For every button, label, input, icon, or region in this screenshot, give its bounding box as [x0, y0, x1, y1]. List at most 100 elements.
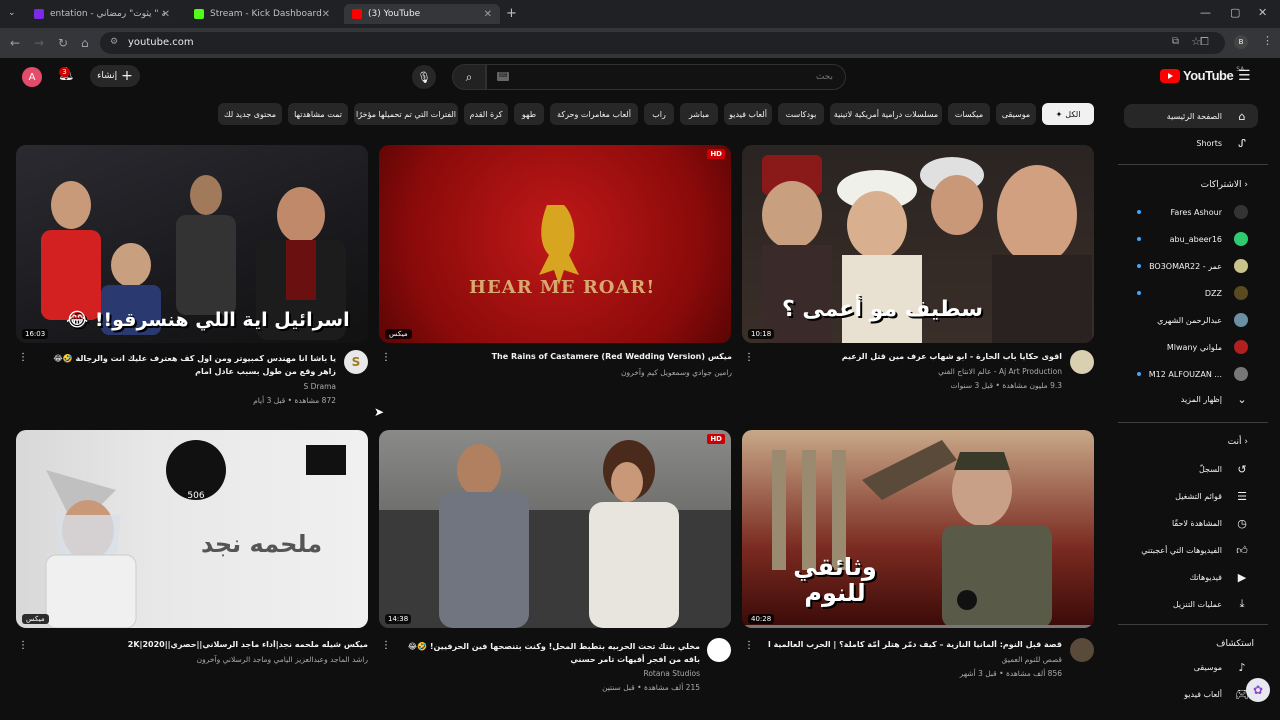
close-tab-icon[interactable]: ✕ — [484, 9, 492, 20]
chip-rap[interactable]: راب — [644, 103, 674, 125]
home-icon[interactable]: ⌂ — [81, 36, 89, 50]
video-thumbnail[interactable]: سطيف مو أعمى ؟ 10:18 — [742, 145, 1094, 343]
more-actions-icon[interactable]: ⋮ — [381, 352, 391, 363]
sidebar-subscription-item[interactable]: M12 ALFOUZAN ... — [1124, 362, 1258, 386]
create-button[interactable]: إنشاء + — [90, 65, 140, 87]
you-heading[interactable]: أنت › — [1228, 437, 1254, 447]
close-window-icon[interactable]: ✕ — [1258, 6, 1267, 19]
chip-music[interactable]: موسيقى — [996, 103, 1036, 125]
youtube-logo[interactable]: YouTube SA — [1160, 66, 1244, 83]
chip-latin-drama[interactable]: مسلسلات درامية أمريكية لاتينية — [830, 103, 942, 125]
video-thumbnail[interactable]: وثائقي للنوم 40:28 — [742, 430, 1094, 628]
sidebar-item-music[interactable]: موسيقى ♪ — [1124, 655, 1258, 679]
more-actions-icon[interactable]: ⋮ — [744, 352, 754, 363]
video-title[interactable]: اقوى حكايا باب الحارة - ابو شهاب عرف مين… — [768, 352, 1062, 361]
subscription-name: BO3OMAR22 - عمر — [1149, 261, 1222, 271]
chip-cooking[interactable]: طهو — [514, 103, 544, 125]
chip-watched[interactable]: تمت مشاهدتها — [288, 103, 348, 125]
video-thumbnail[interactable]: HEAR ME ROAR! ميكس HD — [379, 145, 731, 343]
chip-podcasts[interactable]: بودكاست — [778, 103, 824, 125]
close-tab-icon[interactable]: ✕ — [162, 9, 170, 20]
subscription-name: Fares Ashour — [1170, 207, 1222, 217]
browser-tab-kick[interactable]: Stream - Kick Dashboard ✕ — [186, 4, 338, 24]
video-title[interactable]: يا باشا انا مهندس كمبيوتر ومن اول كف هعت… — [40, 352, 336, 378]
channel-name[interactable]: Rotana Studios — [395, 669, 700, 678]
browser-tab-bar: ⌄ entation - كتبة " يثوت" رمضاني ✕ Strea… — [0, 0, 1280, 28]
channel-name[interactable]: رامين جوادي وسمعويل كيم وآخرون — [420, 368, 732, 377]
search-input[interactable] — [486, 64, 846, 90]
profile-icon[interactable]: B — [1234, 35, 1248, 49]
channel-name[interactable]: قصص للنوم العميق — [768, 655, 1062, 664]
more-actions-icon[interactable]: ⋮ — [18, 352, 28, 363]
sidebar-item-shorts[interactable]: Shorts ᔑ — [1124, 131, 1258, 155]
more-actions-icon[interactable]: ⋮ — [381, 640, 391, 651]
chip-action-adventure[interactable]: ألعاب مغامرات وحركة — [550, 103, 638, 125]
channel-name[interactable]: راشد الماجد وعبدالعزيز اليامي وماجد الرس… — [40, 655, 368, 664]
show-more-button[interactable]: إظهار المزيد ⌄ — [1124, 387, 1258, 411]
chip-mixes[interactable]: ميكسات — [948, 103, 990, 125]
channel-avatar[interactable] — [1070, 350, 1094, 374]
chip-football[interactable]: كرة القدم — [464, 103, 508, 125]
voice-search-icon[interactable]: 🎙︎ — [412, 65, 436, 89]
channel-name[interactable]: Aj Art Production - عالم الانتاج الفني — [768, 367, 1062, 376]
sidebar-item-downloads[interactable]: عمليات التنزيل ⤓ — [1124, 592, 1258, 616]
back-icon[interactable]: ← — [10, 36, 20, 50]
sidebar-item-your-videos[interactable]: فيديوهاتك ▶ — [1124, 565, 1258, 589]
show-more-label: إظهار المزيد — [1180, 394, 1222, 404]
shorts-label: Shorts — [1196, 138, 1222, 148]
video-title[interactable]: ميكس The Rains of Castamere (Red Wedding… — [420, 352, 732, 361]
chevron-right-icon: › — [1244, 180, 1248, 190]
more-actions-icon[interactable]: ⋮ — [18, 640, 28, 651]
browser-menu-icon[interactable]: ⋮ — [1262, 34, 1273, 47]
install-app-icon[interactable]: ⧉ — [1172, 36, 1179, 47]
chip-recently-uploaded[interactable]: الفترات التي تم تحميلها مؤخرًا — [354, 103, 458, 125]
video-thumbnail[interactable]: اسرائيل اية اللي هنسرقو!! 😂 16:03 — [16, 145, 368, 343]
new-tab-button[interactable]: + — [506, 6, 517, 21]
maximize-icon[interactable]: ▢ — [1230, 6, 1240, 19]
sidebar-subscription-item[interactable]: BO3OMAR22 - عمر — [1124, 254, 1258, 278]
subscriptions-heading[interactable]: الاشتراكات › — [1201, 180, 1254, 190]
guide-menu-icon[interactable]: ☰ — [1238, 68, 1251, 84]
browser-tab-presentation[interactable]: entation - كتبة " يثوت" رمضاني ✕ — [26, 4, 178, 24]
video-thumbnail[interactable]: 506 ملحمه نجد ميكس — [16, 430, 368, 628]
sidebar-item-watch-later[interactable]: المشاهدة لاحقًا ◷ — [1124, 511, 1258, 535]
reload-icon[interactable]: ↻ — [58, 36, 68, 50]
channel-avatar[interactable]: S — [344, 350, 368, 374]
tab-label: Stream - Kick Dashboard — [210, 9, 322, 19]
sidebar-item-history[interactable]: السجلّ ↺ — [1124, 457, 1258, 481]
minimize-icon[interactable]: — — [1200, 6, 1211, 19]
channel-avatar[interactable] — [707, 638, 731, 662]
chip-all[interactable]: ✦ الكل — [1042, 103, 1094, 125]
channel-name[interactable]: S Drama — [40, 382, 336, 391]
sidebar-subscription-item[interactable]: abu_abeer16 — [1124, 227, 1258, 251]
account-avatar[interactable]: A — [22, 67, 42, 87]
keyboard-icon[interactable]: ⌨ — [497, 72, 509, 81]
sidebar-subscription-item[interactable]: DZZ — [1124, 281, 1258, 305]
forward-icon[interactable]: → — [34, 36, 44, 50]
sidebar-item-gaming[interactable]: ألعاب فيديو 🎮︎ — [1124, 682, 1258, 706]
tab-search-icon[interactable]: ⌄ — [8, 8, 16, 18]
search-button[interactable]: ⌕ — [452, 64, 486, 90]
address-bar[interactable]: ⚙ youtube.com ⧉ ☆ — [100, 32, 1225, 54]
sidebar-item-home[interactable]: الصفحة الرئيسية ⌂ — [1124, 104, 1258, 128]
chip-live[interactable]: مباشر — [680, 103, 718, 125]
sidebar-item-playlists[interactable]: قوائم التشغيل ☰ — [1124, 484, 1258, 508]
sidebar-subscription-item[interactable]: Mlwany ملواني — [1124, 335, 1258, 359]
channel-avatar[interactable] — [1070, 638, 1094, 662]
site-info-icon[interactable]: ⚙ — [110, 37, 118, 47]
more-actions-icon[interactable]: ⋮ — [744, 640, 754, 651]
video-title[interactable]: ميكس شيله ملحمه نجد|أداء ماجد الرسلاني||… — [40, 640, 368, 649]
chip-new-to-you[interactable]: محتوى جديد لك — [218, 103, 282, 125]
chip-gaming[interactable]: ألعاب فيديو — [724, 103, 772, 125]
video-title[interactable]: قصة قبل النوم: ألمانيا النازية – كيف دمّ… — [768, 640, 1062, 649]
sidebar-item-liked[interactable]: الفيديوهات التي أعجبتني 👍︎ — [1124, 538, 1258, 562]
sidebar-subscription-item[interactable]: عبدالرحمن الشهري — [1124, 308, 1258, 332]
mouse-cursor-icon: ➤ — [374, 405, 385, 419]
video-title[interactable]: مخلي بنتك تحت الحربيه بتطبط المحل! وكنت … — [395, 640, 700, 666]
close-tab-icon[interactable]: ✕ — [322, 9, 330, 20]
explore-heading: استكشاف — [1216, 639, 1254, 649]
extensions-icon[interactable]: ⧠ — [1200, 35, 1209, 49]
sidebar-subscription-item[interactable]: Fares Ashour — [1124, 200, 1258, 224]
browser-tab-youtube[interactable]: (3) YouTube ✕ — [344, 4, 500, 24]
video-thumbnail[interactable]: 14:38 HD — [379, 430, 731, 628]
